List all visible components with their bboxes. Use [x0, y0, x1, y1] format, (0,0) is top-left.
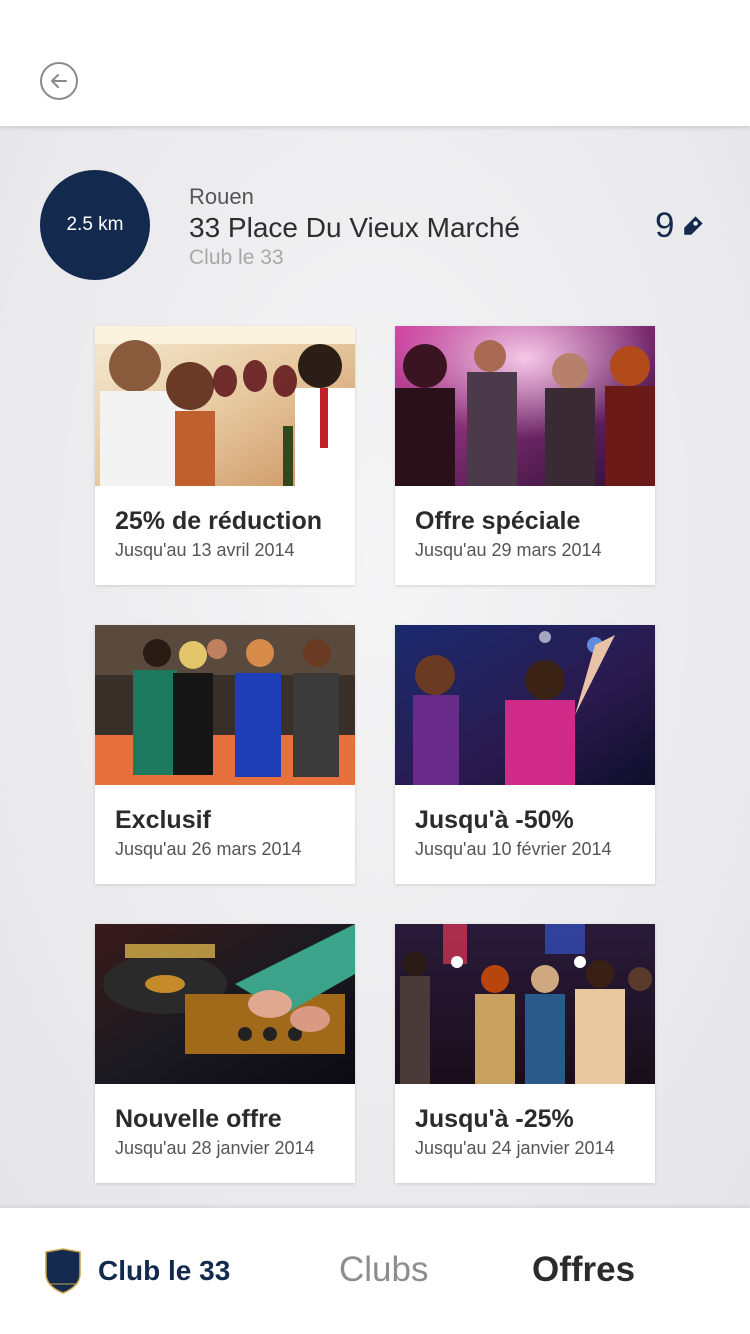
venue-club-name: Club le 33: [189, 246, 284, 269]
tab-clubs[interactable]: Clubs: [339, 1250, 428, 1290]
distance-label: 2.5 km: [66, 214, 124, 235]
offer-date: Jusqu'au 10 février 2014: [415, 839, 612, 859]
offer-title: Nouvelle offre: [115, 1105, 282, 1133]
offer-image-dancing: [395, 625, 655, 785]
offer-title: Offre spéciale: [415, 507, 581, 535]
offers-content: 2.5 km Rouen 33 Place Du Vieux Marché Cl…: [0, 126, 750, 1208]
offer-image-dj: [95, 924, 355, 1084]
offer-image-crowd: [395, 924, 655, 1084]
offer-date: Jusqu'au 26 mars 2014: [115, 839, 302, 859]
arrow-left-icon: [51, 74, 67, 88]
top-bar: [0, 0, 750, 126]
offer-title: 25% de réduction: [115, 507, 322, 535]
offer-date: Jusqu'au 24 janvier 2014: [415, 1138, 615, 1158]
offer-card[interactable]: Jusqu'à -50% Jusqu'au 10 février 2014: [395, 625, 655, 884]
offer-date: Jusqu'au 28 janvier 2014: [115, 1138, 315, 1158]
offer-title: Exclusif: [115, 806, 211, 834]
offer-card[interactable]: 25% de réduction Jusqu'au 13 avril 2014: [95, 326, 355, 585]
tab-offres[interactable]: Offres: [532, 1250, 635, 1290]
nav-brand-label: Club le 33: [98, 1255, 231, 1286]
offer-count-number: 9: [655, 206, 675, 245]
distance-badge: 2.5 km: [40, 170, 150, 280]
offer-card[interactable]: Jusqu'à -25% Jusqu'au 24 janvier 2014: [395, 924, 655, 1183]
venue-address: 33 Place Du Vieux Marché: [189, 212, 520, 243]
offer-image-toasting: [95, 326, 355, 486]
offer-image-bar: [95, 625, 355, 785]
offer-card[interactable]: Exclusif Jusqu'au 26 mars 2014: [95, 625, 355, 884]
back-button[interactable]: [40, 62, 78, 100]
club-33-shield-logo: [45, 1248, 81, 1294]
price-tag-icon: [684, 216, 704, 235]
offers-grid: 25% de réduction Jusqu'au 13 avril 2014: [95, 326, 655, 1183]
offer-image-party: [395, 326, 655, 486]
venue-city: Rouen: [189, 184, 254, 209]
offer-card[interactable]: Nouvelle offre Jusqu'au 28 janvier 2014: [95, 924, 355, 1183]
offer-date: Jusqu'au 13 avril 2014: [115, 540, 295, 560]
offer-title: Jusqu'à -25%: [415, 1105, 574, 1133]
offer-date: Jusqu'au 29 mars 2014: [415, 540, 602, 560]
offer-count: 9: [655, 206, 706, 246]
offer-title: Jusqu'à -50%: [415, 806, 574, 834]
offer-card[interactable]: Offre spéciale Jusqu'au 29 mars 2014: [395, 326, 655, 585]
nav-brand[interactable]: Club le 33: [44, 1248, 230, 1294]
bottom-nav: Club le 33 Clubs Offres: [0, 1208, 750, 1334]
